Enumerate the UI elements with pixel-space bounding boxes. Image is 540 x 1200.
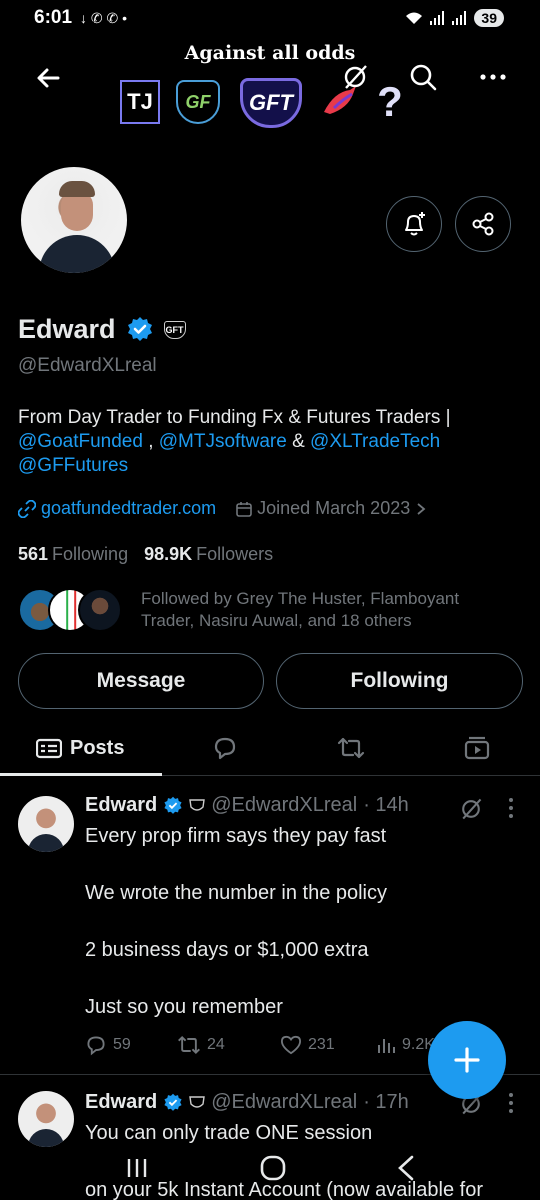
gf-logo: GF <box>176 80 220 124</box>
joined-date[interactable]: Joined March 2023 <box>236 498 427 519</box>
grok-icon[interactable] <box>458 796 484 822</box>
repost-icon <box>337 737 365 759</box>
back-icon[interactable] <box>396 1155 416 1181</box>
battery-level: 39 <box>474 9 504 27</box>
signal-icon-2 <box>452 11 467 25</box>
wifi-icon <box>406 12 423 24</box>
profile-banner[interactable]: Against all odds TJ GF GFT ? <box>0 36 540 136</box>
chevron-right-icon <box>417 502 426 515</box>
repost-icon <box>178 1035 200 1055</box>
heart-icon <box>280 1035 302 1055</box>
reply-count: 59 <box>113 1036 131 1053</box>
profile-meta: goatfundedtrader.com Joined March 2023 <box>18 498 427 519</box>
message-button[interactable]: Message <box>18 653 264 709</box>
compose-post-button[interactable] <box>428 1021 506 1099</box>
notifications-button[interactable] <box>386 196 442 252</box>
tab-reposts[interactable] <box>337 720 365 776</box>
profile-name: Edward <box>18 314 116 344</box>
arrow-left-icon[interactable] <box>32 62 64 94</box>
system-nav-bar <box>0 1148 540 1188</box>
bio-link-mtjsoftware[interactable]: @MTJsoftware <box>159 431 287 452</box>
home-icon[interactable] <box>259 1154 287 1182</box>
bio-link-gffutures[interactable]: @GFFutures <box>18 455 128 476</box>
posts-icon <box>36 738 62 759</box>
reply-button[interactable]: 59 <box>85 1034 177 1056</box>
recent-apps-icon[interactable] <box>124 1156 150 1180</box>
tab-media[interactable] <box>464 720 490 776</box>
verified-badge-icon <box>127 316 152 341</box>
following-button[interactable]: Following <box>276 653 523 709</box>
more-vertical-icon[interactable] <box>504 796 518 820</box>
tab-posts[interactable]: Posts <box>36 720 124 776</box>
calendar-icon <box>236 501 252 517</box>
profile-bio: From Day Trader to Funding Fx & Futures … <box>18 406 518 478</box>
post-avatar[interactable] <box>18 1091 74 1147</box>
verified-badge-icon <box>164 796 182 814</box>
bio-separator-amp: & <box>286 431 311 452</box>
search-icon[interactable] <box>408 62 438 92</box>
share-button[interactable] <box>455 196 511 252</box>
repost-count: 24 <box>207 1036 225 1053</box>
followed-by-text[interactable]: Followed by Grey The Huster, Flamboyant … <box>141 588 511 632</box>
share-icon <box>472 212 494 236</box>
followers-count-label: Followers <box>196 544 274 564</box>
followers-count-link[interactable]: 98.9K Followers <box>144 544 273 565</box>
post-header: Edward @EdwardXLreal · 17h <box>85 1091 409 1114</box>
bell-plus-icon <box>405 212 425 236</box>
mutual-avatar <box>78 588 122 632</box>
status-bar: 6:01 ↓ ✆ ✆ • 39 <box>0 0 540 36</box>
profile-handle: @EdwardXLreal <box>18 355 157 376</box>
followers-count: 98.9K <box>144 544 193 564</box>
link-icon <box>18 499 36 518</box>
website-link[interactable]: goatfundedtrader.com <box>18 498 216 519</box>
grok-icon[interactable] <box>340 62 370 92</box>
mutual-followers-avatars[interactable] <box>18 588 122 632</box>
like-button[interactable]: 231 <box>280 1035 376 1055</box>
post-text: Every prop firm says they pay fast We wr… <box>85 825 388 1018</box>
joined-text: Joined March 2023 <box>257 498 411 518</box>
bio-link-xltradetech[interactable]: @XLTradeTech <box>310 431 440 452</box>
post-author-handle: @EdwardXLreal <box>211 1091 358 1113</box>
post-time[interactable]: · 14h <box>363 794 409 817</box>
profile-name-row: Edward GFT <box>18 314 186 345</box>
affiliate-badge-icon <box>189 798 206 811</box>
profile-avatar[interactable] <box>18 164 130 276</box>
notification-icons: ↓ ✆ ✆ • <box>80 9 128 26</box>
affiliate-badge-icon <box>189 1095 206 1108</box>
post-header: Edward @EdwardXLreal · 14h <box>85 794 409 817</box>
views-icon <box>378 1039 395 1053</box>
post-author-name[interactable]: Edward <box>85 794 157 817</box>
following-count-link[interactable]: 561 Following <box>18 544 128 565</box>
bio-separator: , <box>142 431 159 452</box>
post-avatar[interactable] <box>18 796 74 852</box>
video-icon <box>464 736 490 760</box>
like-count: 231 <box>308 1036 335 1053</box>
tj-logo: TJ <box>120 80 160 124</box>
tab-replies[interactable] <box>212 720 238 776</box>
reply-icon <box>214 737 236 760</box>
more-icon[interactable] <box>478 62 508 92</box>
signal-icon <box>430 11 445 25</box>
gft-logo: GFT <box>240 78 302 128</box>
following-count: 561 <box>18 544 49 564</box>
plus-icon <box>454 1047 480 1073</box>
post-author-name[interactable]: Edward <box>85 1091 157 1114</box>
banner-title: Against all odds <box>184 42 356 64</box>
post-time[interactable]: · 17h <box>363 1091 409 1114</box>
more-vertical-icon[interactable] <box>504 1091 518 1115</box>
repost-button[interactable]: 24 <box>177 1034 280 1056</box>
profile-tabs: Posts <box>0 720 540 776</box>
post-author-handle: @EdwardXLreal <box>211 794 358 816</box>
verified-badge-icon <box>164 1093 182 1111</box>
bio-link-goatfunded[interactable]: @GoatFunded <box>18 431 143 452</box>
affiliate-badge[interactable]: GFT <box>163 320 186 339</box>
question-logo: ? <box>377 78 403 125</box>
reply-icon <box>87 1036 105 1056</box>
tab-posts-label: Posts <box>70 736 125 759</box>
following-count-label: Following <box>52 544 129 564</box>
website-text[interactable]: goatfundedtrader.com <box>41 498 216 519</box>
follow-counts: 561 Following 98.9K Followers <box>18 544 273 565</box>
bio-text: From Day Trader to Funding Fx & Futures … <box>18 407 451 428</box>
status-time: 6:01 <box>34 7 73 28</box>
